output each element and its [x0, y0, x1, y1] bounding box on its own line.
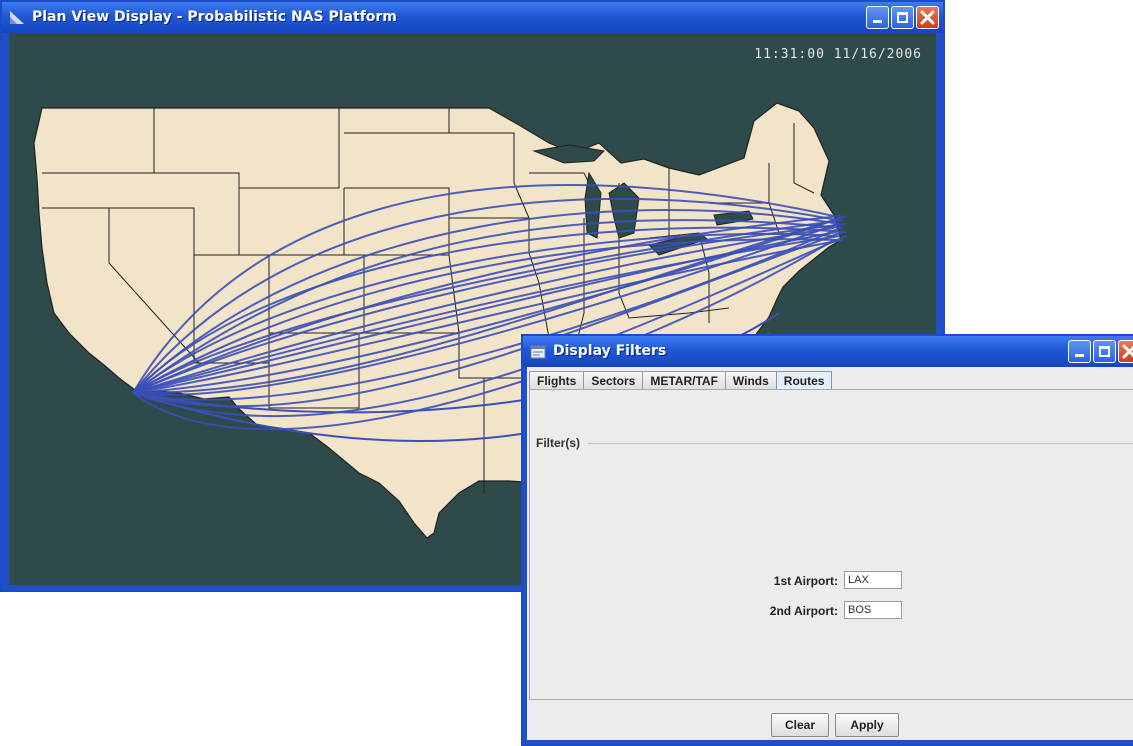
- first-airport-field[interactable]: [844, 571, 902, 589]
- filter-tabs: Flights Sectors METAR/TAF Winds Routes: [529, 371, 833, 390]
- maximize-icon: [1099, 346, 1110, 357]
- clock-readout: 11:31:00 11/16/2006: [754, 47, 922, 62]
- minimize-button[interactable]: [866, 6, 889, 29]
- tab-winds[interactable]: Winds: [724, 371, 777, 390]
- filter-group-divider: [588, 443, 1133, 444]
- filters-titlebar[interactable]: Display Filters: [523, 336, 1133, 367]
- tab-routes[interactable]: Routes: [775, 371, 833, 390]
- routes-tab-panel: Filter(s) 1st Airport: 2nd Airport:: [529, 389, 1133, 700]
- filters-title: Display Filters: [553, 343, 667, 359]
- filter-group-label: Filter(s): [536, 436, 581, 450]
- maximize-button[interactable]: [891, 6, 914, 29]
- display-filters-window: Display Filters Flights Sectors METAR/TA…: [521, 334, 1133, 746]
- tab-sectors[interactable]: Sectors: [583, 371, 644, 390]
- tab-flights[interactable]: Flights: [529, 371, 585, 390]
- tab-metar-taf[interactable]: METAR/TAF: [642, 371, 726, 390]
- apply-button[interactable]: Apply: [835, 713, 899, 737]
- app-logo-icon: [10, 11, 24, 24]
- filters-body: Flights Sectors METAR/TAF Winds Routes F…: [527, 367, 1133, 740]
- minimize-icon: [873, 20, 882, 23]
- close-button[interactable]: [916, 6, 939, 29]
- close-icon: [920, 10, 935, 25]
- window-icon: [530, 345, 546, 359]
- first-airport-label: 1st Airport:: [773, 574, 838, 588]
- filters-minimize-button[interactable]: [1068, 340, 1091, 363]
- close-icon: [1122, 344, 1133, 359]
- minimize-icon: [1075, 354, 1084, 357]
- maximize-icon: [897, 12, 908, 23]
- filters-maximize-button[interactable]: [1093, 340, 1116, 363]
- clear-button[interactable]: Clear: [771, 713, 829, 737]
- plan-view-title: Plan View Display - Probabilistic NAS Pl…: [32, 9, 397, 25]
- filters-close-button[interactable]: [1118, 340, 1133, 363]
- second-airport-field[interactable]: [844, 601, 902, 619]
- second-airport-label: 2nd Airport:: [769, 604, 838, 618]
- plan-view-titlebar[interactable]: Plan View Display - Probabilistic NAS Pl…: [2, 2, 943, 33]
